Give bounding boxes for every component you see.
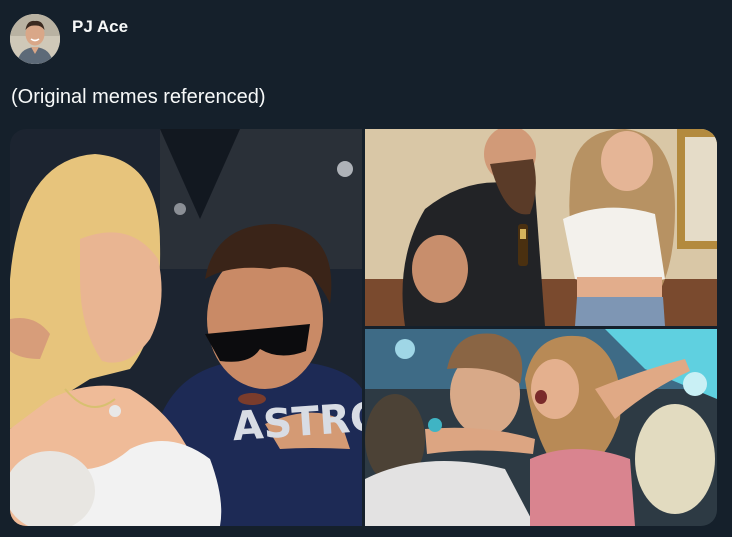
photo-stadium-couple[interactable]: ASTROS bbox=[10, 129, 362, 526]
author-avatar[interactable] bbox=[10, 14, 60, 64]
media-grid: ASTROS bbox=[10, 129, 717, 526]
photo-concert-couple[interactable] bbox=[365, 329, 717, 526]
avatar-image bbox=[10, 14, 60, 64]
bearded-man-and-woman-image bbox=[365, 129, 717, 326]
author-name[interactable]: PJ Ace bbox=[72, 17, 128, 37]
stadium-couple-image: ASTROS bbox=[10, 129, 362, 526]
photo-bearded-man-and-woman[interactable] bbox=[365, 129, 717, 326]
tweet-text: (Original memes referenced) bbox=[11, 86, 266, 108]
concert-couple-image bbox=[365, 329, 717, 526]
tweet-card: PJ Ace (Original memes referenced) ASTRO… bbox=[0, 0, 732, 537]
